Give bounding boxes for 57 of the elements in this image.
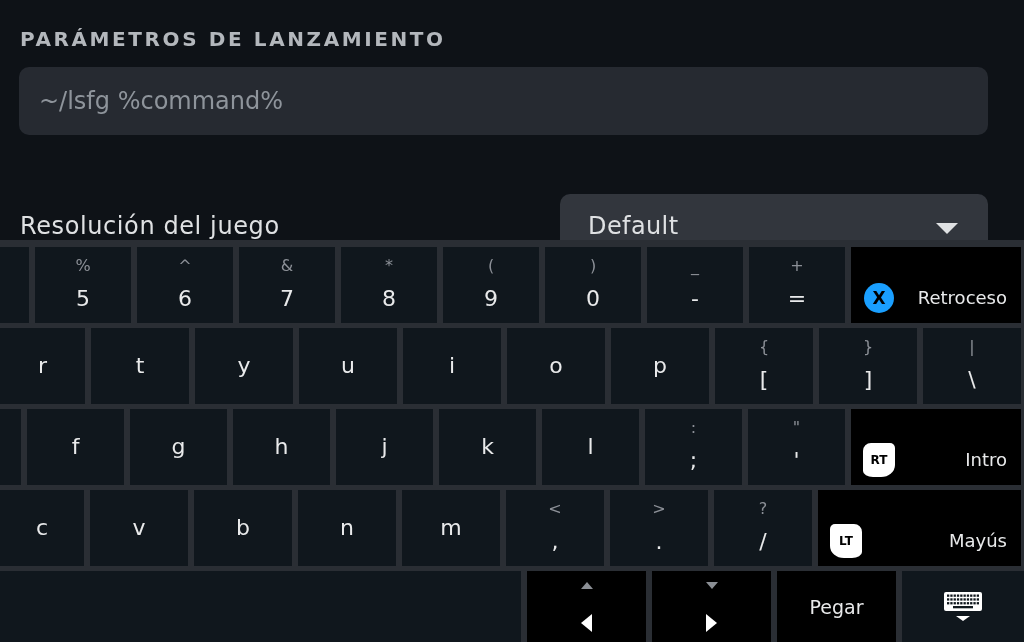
keyboard-key[interactable]: v bbox=[90, 490, 188, 566]
keyboard-key[interactable]: f bbox=[27, 409, 124, 485]
shift-key[interactable]: LT Mayús bbox=[818, 490, 1021, 566]
keyboard-key[interactable]: * 8 bbox=[341, 247, 437, 323]
keyboard-key[interactable]: p bbox=[611, 328, 709, 404]
keyboard-key[interactable]: < , bbox=[506, 490, 604, 566]
keyboard-key[interactable]: ^ 6 bbox=[137, 247, 233, 323]
keyboard-icon bbox=[944, 592, 982, 621]
paste-key[interactable]: Pegar bbox=[777, 571, 896, 642]
enter-key[interactable]: RT Intro bbox=[851, 409, 1021, 485]
keyboard-key[interactable]: n bbox=[298, 490, 396, 566]
keyboard-key[interactable]: _ - bbox=[647, 247, 743, 323]
keyboard-key[interactable]: h bbox=[233, 409, 330, 485]
keyboard-key[interactable]: & 7 bbox=[239, 247, 335, 323]
keyboard-key[interactable] bbox=[0, 571, 521, 642]
caret-left-icon bbox=[581, 614, 592, 632]
keyboard-key[interactable]: > . bbox=[610, 490, 708, 566]
keyboard-key[interactable]: t bbox=[91, 328, 189, 404]
caret-down-icon bbox=[705, 582, 718, 589]
caret-right-icon bbox=[706, 614, 717, 632]
keyboard-key[interactable]: g bbox=[130, 409, 227, 485]
keyboard-key[interactable]: l bbox=[542, 409, 639, 485]
keyboard-key[interactable]: o bbox=[507, 328, 605, 404]
keyboard-key[interactable]: j bbox=[336, 409, 433, 485]
right-trigger-icon: RT bbox=[863, 443, 895, 477]
keyboard-key[interactable] bbox=[0, 409, 21, 485]
keyboard-key[interactable]: ? / bbox=[714, 490, 812, 566]
launch-options-input[interactable]: ~/lsfg %command% bbox=[19, 67, 988, 135]
keyboard-key[interactable]: { [ bbox=[715, 328, 813, 404]
keyboard-key[interactable]: u bbox=[299, 328, 397, 404]
keyboard-key[interactable]: c bbox=[0, 490, 84, 566]
keyboard-key[interactable]: : ; bbox=[645, 409, 742, 485]
keyboard-key[interactable]: } ] bbox=[819, 328, 917, 404]
caret-down-icon bbox=[936, 223, 958, 234]
resolution-dropdown[interactable]: Default bbox=[560, 194, 988, 240]
keyboard-key[interactable]: % 5 bbox=[35, 247, 131, 323]
keyboard-key[interactable] bbox=[0, 247, 29, 323]
section-heading: PARÁMETROS DE LANZAMIENTO bbox=[20, 26, 447, 52]
arrow-key[interactable] bbox=[652, 571, 771, 642]
left-trigger-icon: LT bbox=[830, 524, 862, 558]
backspace-key[interactable]: X Retroceso bbox=[851, 247, 1021, 323]
keyboard-key[interactable]: k bbox=[439, 409, 536, 485]
keyboard-key[interactable]: ) 0 bbox=[545, 247, 641, 323]
keyboard-key[interactable]: r bbox=[0, 328, 85, 404]
keyboard-key[interactable]: m bbox=[402, 490, 500, 566]
keyboard-key[interactable]: | \ bbox=[923, 328, 1021, 404]
keyboard-key[interactable]: y bbox=[195, 328, 293, 404]
caret-up-icon bbox=[580, 582, 593, 589]
keyboard-key[interactable]: + = bbox=[749, 247, 845, 323]
x-button-icon: X bbox=[864, 283, 894, 313]
setting-label: Resolución del juego bbox=[20, 213, 280, 240]
keyboard-key[interactable]: i bbox=[403, 328, 501, 404]
keyboard-key[interactable]: ( 9 bbox=[443, 247, 539, 323]
keyboard-button[interactable] bbox=[902, 571, 1024, 642]
arrow-key[interactable] bbox=[527, 571, 646, 642]
keyboard-key[interactable]: b bbox=[194, 490, 292, 566]
keyboard-key[interactable]: " ' bbox=[748, 409, 845, 485]
